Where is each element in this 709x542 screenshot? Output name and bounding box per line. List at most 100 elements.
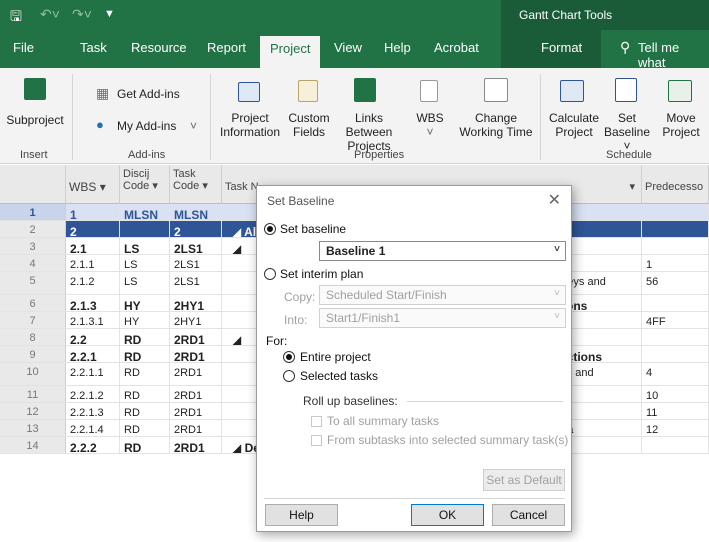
get-addins-button[interactable]: Get Add-ins xyxy=(117,87,180,101)
column-header-task-code[interactable]: Task Code ▾ xyxy=(170,165,222,204)
ok-button[interactable]: OK xyxy=(411,504,484,526)
wbs-cell[interactable]: 2.1 xyxy=(66,238,120,254)
task-code-cell[interactable]: 2 xyxy=(170,221,222,237)
row-number[interactable]: 13 xyxy=(0,420,66,436)
row-number[interactable]: 11 xyxy=(0,386,66,402)
task-code-cell[interactable]: 2HY1 xyxy=(170,295,222,311)
selected-tasks-radio[interactable] xyxy=(283,370,295,382)
predecessors-cell[interactable]: 11 xyxy=(642,403,709,419)
row-number[interactable]: 10 xyxy=(0,363,66,385)
row-number[interactable]: 1 xyxy=(0,204,66,220)
task-code-cell[interactable]: 2RD1 xyxy=(170,363,222,385)
task-code-cell[interactable]: 2RD1 xyxy=(170,329,222,345)
row-number[interactable]: 8 xyxy=(0,329,66,345)
tab-format[interactable]: Format xyxy=(541,40,582,55)
predecessors-cell[interactable] xyxy=(642,437,709,453)
predecessors-cell[interactable] xyxy=(642,329,709,345)
discipline-code-cell[interactable]: HY xyxy=(120,295,170,311)
filter-icon[interactable]: ▾ xyxy=(202,180,208,192)
wbs-cell[interactable]: 1 xyxy=(66,204,120,220)
discipline-code-cell[interactable]: RD xyxy=(120,437,170,453)
project-information-button[interactable]: Project Information xyxy=(214,111,286,139)
chevron-down-icon[interactable]: ˅ xyxy=(190,119,197,133)
tab-task[interactable]: Task xyxy=(80,40,107,55)
predecessors-cell[interactable] xyxy=(642,221,709,237)
into-select[interactable]: Start1/Finish1 ˅ xyxy=(319,308,566,328)
row-number[interactable]: 4 xyxy=(0,255,66,271)
tab-report[interactable]: Report xyxy=(207,40,246,55)
help-button[interactable]: Help xyxy=(265,504,338,526)
wbs-cell[interactable]: 2.1.3.1 xyxy=(66,312,120,328)
task-code-cell[interactable]: 2RD1 xyxy=(170,346,222,362)
row-number[interactable]: 6 xyxy=(0,295,66,311)
column-header-wbs[interactable]: WBS ▾ xyxy=(66,165,120,204)
tab-help[interactable]: Help xyxy=(384,40,411,55)
column-header-discipline-code[interactable]: Discij Code ▾ xyxy=(120,165,170,204)
wbs-cell[interactable]: 2.1.3 xyxy=(66,295,120,311)
discipline-code-cell[interactable]: RD xyxy=(120,420,170,436)
task-code-cell[interactable]: 2LS1 xyxy=(170,238,222,254)
tab-view[interactable]: View xyxy=(334,40,362,55)
wbs-cell[interactable]: 2.2.2 xyxy=(66,437,120,453)
select-all-corner[interactable] xyxy=(0,165,66,204)
predecessors-cell[interactable]: 4 xyxy=(642,363,709,385)
from-subtasks-checkbox[interactable] xyxy=(311,435,322,446)
task-code-cell[interactable]: MLSN xyxy=(170,204,222,220)
baseline-select[interactable]: Baseline 1 ˅ xyxy=(319,241,566,261)
discipline-code-cell[interactable] xyxy=(120,221,170,237)
task-code-cell[interactable]: 2RD1 xyxy=(170,437,222,453)
discipline-code-cell[interactable]: RD xyxy=(120,329,170,345)
custom-fields-button[interactable]: Custom Fields xyxy=(284,111,334,139)
save-icon[interactable]: 🖫 xyxy=(10,6,22,30)
wbs-cell[interactable]: 2 xyxy=(66,221,120,237)
task-code-cell[interactable]: 2LS1 xyxy=(170,272,222,294)
row-number[interactable]: 5 xyxy=(0,272,66,294)
predecessors-cell[interactable] xyxy=(642,238,709,254)
predecessors-cell[interactable] xyxy=(642,204,709,220)
tab-project[interactable]: Project xyxy=(260,36,321,68)
wbs-cell[interactable]: 2.2.1.2 xyxy=(66,386,120,402)
wbs-cell[interactable]: 2.2.1 xyxy=(66,346,120,362)
tab-acrobat[interactable]: Acrobat xyxy=(434,40,479,55)
tab-resource[interactable]: Resource xyxy=(131,40,187,55)
discipline-code-cell[interactable]: RD xyxy=(120,403,170,419)
row-number[interactable]: 9 xyxy=(0,346,66,362)
wbs-cell[interactable]: 2.2 xyxy=(66,329,120,345)
subproject-button[interactable]: Subproject xyxy=(2,113,68,127)
task-code-cell[interactable]: 2RD1 xyxy=(170,403,222,419)
customize-toolbar-icon[interactable]: ▼ xyxy=(104,8,115,20)
entire-project-radio[interactable] xyxy=(283,351,295,363)
wbs-cell[interactable]: 2.1.2 xyxy=(66,272,120,294)
close-icon[interactable]: ✕ xyxy=(548,190,561,210)
cancel-button[interactable]: Cancel xyxy=(492,504,565,526)
undo-icon[interactable]: ↶˅ xyxy=(40,6,60,23)
set-interim-plan-radio[interactable] xyxy=(264,268,276,280)
row-number[interactable]: 12 xyxy=(0,403,66,419)
predecessors-cell[interactable]: 4FF xyxy=(642,312,709,328)
links-between-projects-button[interactable]: Links Between Projects xyxy=(332,111,406,153)
discipline-code-cell[interactable]: RD xyxy=(120,386,170,402)
discipline-code-cell[interactable]: LS xyxy=(120,272,170,294)
task-code-cell[interactable]: 2RD1 xyxy=(170,386,222,402)
predecessors-cell[interactable]: 10 xyxy=(642,386,709,402)
wbs-button[interactable]: WBS ˅ xyxy=(414,111,446,139)
move-project-button[interactable]: Move Project xyxy=(656,111,706,139)
row-number[interactable]: 14 xyxy=(0,437,66,453)
filter-icon[interactable]: ▾ xyxy=(100,180,106,194)
change-working-time-button[interactable]: Change Working Time xyxy=(456,111,536,139)
tell-me-box[interactable]: Tell me what xyxy=(638,40,709,70)
predecessors-cell[interactable]: 1 xyxy=(642,255,709,271)
predecessors-cell[interactable]: 12 xyxy=(642,420,709,436)
predecessors-cell[interactable] xyxy=(642,295,709,311)
wbs-cell[interactable]: 2.1.1 xyxy=(66,255,120,271)
discipline-code-cell[interactable]: RD xyxy=(120,363,170,385)
discipline-code-cell[interactable]: LS xyxy=(120,255,170,271)
set-baseline-radio[interactable] xyxy=(264,223,276,235)
wbs-cell[interactable]: 2.2.1.4 xyxy=(66,420,120,436)
discipline-code-cell[interactable]: MLSN xyxy=(120,204,170,220)
row-number[interactable]: 2 xyxy=(0,221,66,237)
filter-icon[interactable]: ▾ xyxy=(629,181,635,193)
wbs-cell[interactable]: 2.2.1.3 xyxy=(66,403,120,419)
tab-file[interactable]: File xyxy=(13,40,34,55)
wbs-cell[interactable]: 2.2.1.1 xyxy=(66,363,120,385)
